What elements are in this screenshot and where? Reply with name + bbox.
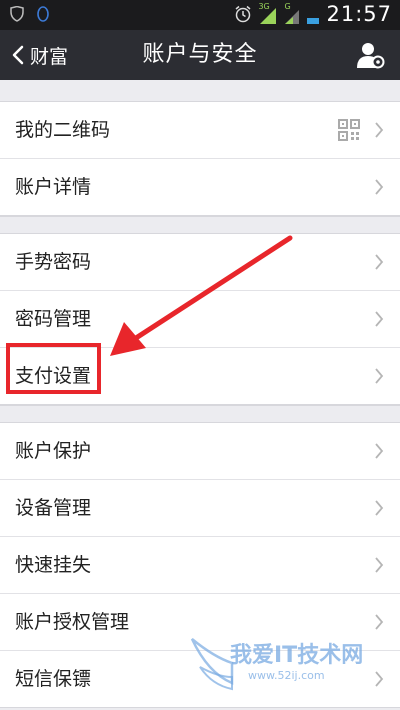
chevron-right-icon — [375, 368, 384, 384]
section-divider — [0, 80, 400, 102]
back-button[interactable]: 财富 — [12, 30, 68, 80]
back-label: 财富 — [30, 45, 69, 68]
settings-list: 我的二维码 账户详情 手势密码 密码管理 支付设置 账户保护 设备管理 快速挂失… — [0, 80, 400, 708]
row-account-authorization[interactable]: 账户授权管理 — [0, 594, 400, 651]
group-protection: 账户保护 设备管理 快速挂失 账户授权管理 短信保镖 — [0, 423, 400, 708]
shield-icon — [10, 6, 24, 22]
network-3g-label: 3G — [258, 2, 270, 11]
chevron-right-icon — [375, 500, 384, 516]
clock: 21:57 — [326, 2, 392, 26]
section-divider — [0, 405, 400, 423]
row-my-qr-code[interactable]: 我的二维码 — [0, 102, 400, 159]
status-bar: 3G G 21:57 — [0, 0, 400, 30]
chevron-right-icon — [375, 311, 384, 327]
chevron-right-icon — [375, 557, 384, 573]
row-label: 密码管理 — [15, 308, 92, 330]
group-passwords: 手势密码 密码管理 支付设置 — [0, 234, 400, 405]
chevron-right-icon — [375, 122, 384, 138]
row-account-protection[interactable]: 账户保护 — [0, 423, 400, 480]
group-identity: 我的二维码 账户详情 — [0, 102, 400, 216]
nav-bar: 账户与安全 财富 — [0, 30, 400, 80]
row-gesture-password[interactable]: 手势密码 — [0, 234, 400, 291]
row-label: 短信保镖 — [15, 668, 92, 690]
row-label: 我的二维码 — [15, 119, 111, 141]
battery-icon — [307, 18, 320, 24]
chevron-right-icon — [375, 671, 384, 687]
chevron-right-icon — [375, 179, 384, 195]
row-label: 账户保护 — [15, 440, 92, 462]
alarm-icon — [235, 5, 251, 23]
signal-3g-icon: 3G — [258, 2, 278, 25]
row-password-management[interactable]: 密码管理 — [0, 291, 400, 348]
user-settings-icon[interactable] — [356, 41, 386, 69]
row-payment-settings[interactable]: 支付设置 — [0, 348, 400, 405]
row-label: 账户详情 — [15, 176, 92, 198]
qq-icon — [37, 6, 49, 22]
qr-code-icon — [338, 119, 360, 141]
chevron-left-icon — [12, 45, 24, 65]
chevron-right-icon — [375, 254, 384, 270]
row-label: 支付设置 — [15, 365, 92, 387]
chevron-right-icon — [375, 443, 384, 459]
row-sms-guard[interactable]: 短信保镖 — [0, 651, 400, 708]
row-label: 设备管理 — [15, 497, 92, 519]
network-g-label: G — [284, 2, 291, 11]
row-label: 快速挂失 — [15, 554, 92, 576]
signal-g-icon: G — [284, 2, 300, 25]
row-account-details[interactable]: 账户详情 — [0, 159, 400, 216]
row-quick-report-loss[interactable]: 快速挂失 — [0, 537, 400, 594]
section-divider — [0, 216, 400, 234]
row-label: 手势密码 — [15, 251, 92, 273]
row-label: 账户授权管理 — [15, 611, 130, 633]
chevron-right-icon — [375, 614, 384, 630]
row-device-management[interactable]: 设备管理 — [0, 480, 400, 537]
